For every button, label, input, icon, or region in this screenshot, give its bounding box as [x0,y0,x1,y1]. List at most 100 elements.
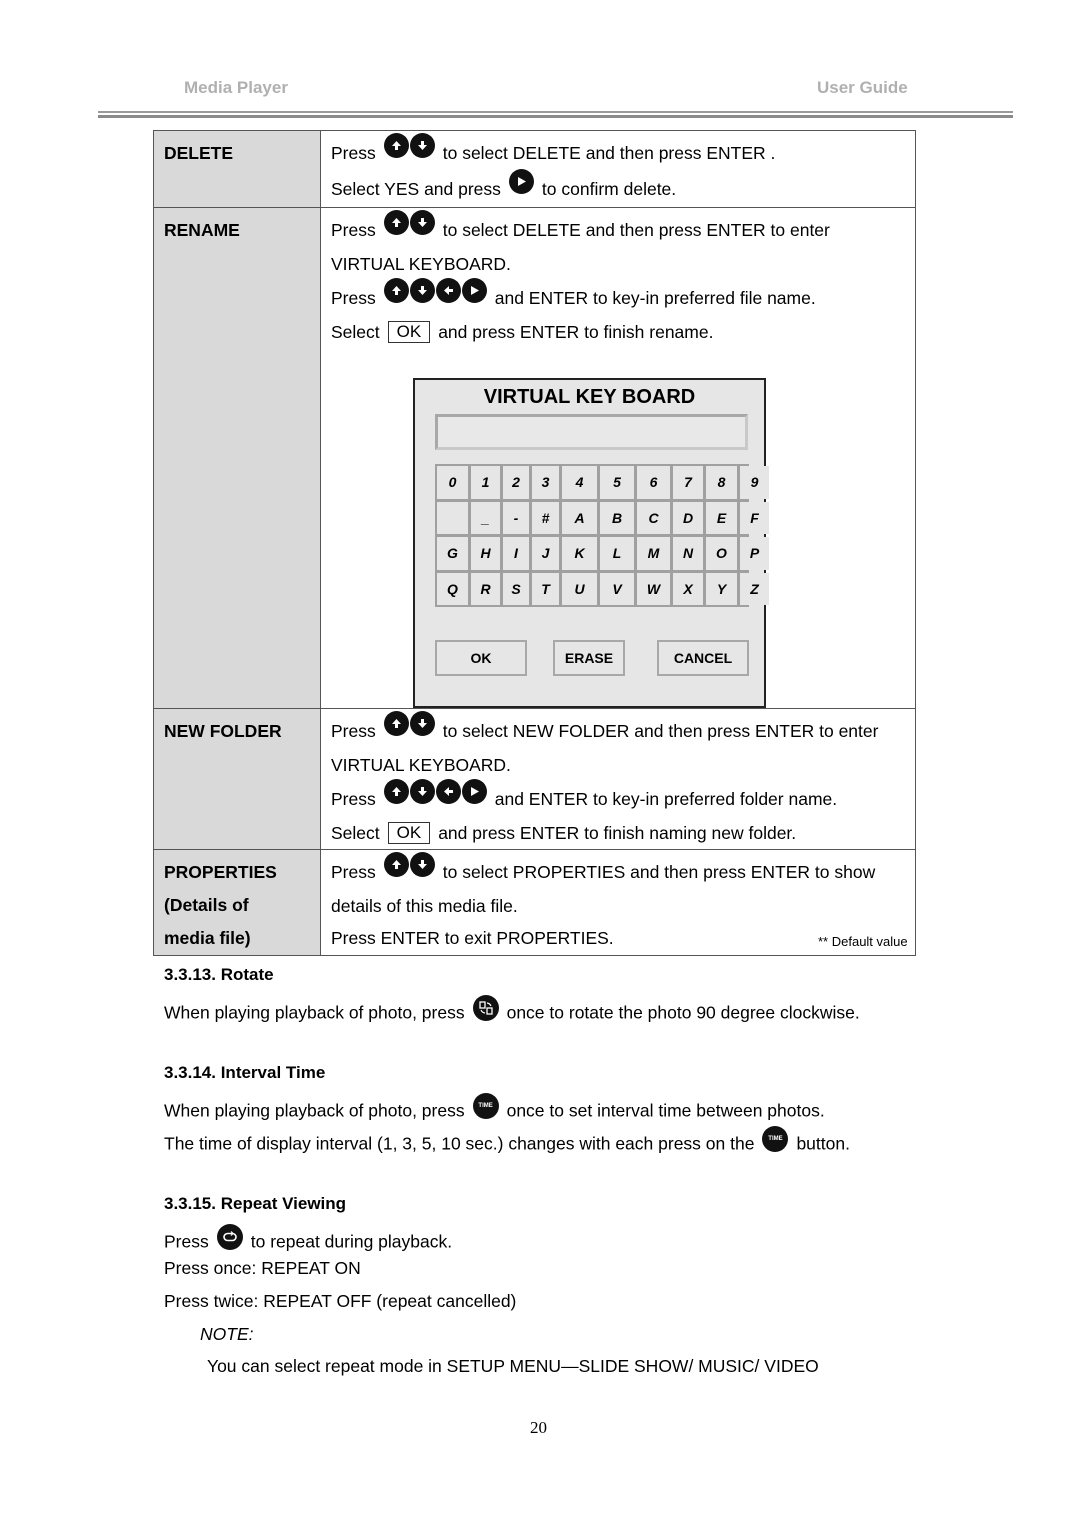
line-text-before: Press [331,288,376,308]
keyboard-key[interactable]: T [532,572,559,605]
left-arrow-icon [435,277,461,303]
remote-buttons-group [508,168,534,194]
line-text-before: Press [331,862,376,882]
keyboard-key[interactable]: Y [706,572,737,605]
keyboard-erase-button[interactable]: ERASE [553,640,625,676]
keyboard-key[interactable]: X [673,572,703,605]
down-arrow-icon [409,851,435,877]
line-text-after: to select DELETE and then press ENTER . [442,143,776,163]
down-arrow-icon [409,209,435,235]
keyboard-key[interactable]: M [637,537,670,570]
description-line: Select YES and press to confirm delete. [331,168,915,207]
right-arrow-icon [461,277,487,303]
section-heading-repeat: 3.3.15. Repeat Viewing [164,1194,347,1213]
up-arrow-icon [383,132,409,158]
keyboard-key[interactable]: P [740,537,769,570]
repeat-button-icon [216,1224,243,1250]
line-text-after: and ENTER to key-in preferred folder nam… [494,789,838,809]
interval-text-2-after: button. [796,1133,850,1154]
keyboard-key[interactable]: Z [740,572,769,605]
page-number: 20 [530,1418,547,1437]
keyboard-key[interactable]: 7 [673,466,703,499]
keyboard-key[interactable]: 8 [706,466,737,499]
line-text: details of this media file. [331,896,518,916]
keyboard-key[interactable]: 6 [637,466,670,499]
description-line: details of this media file. [331,890,915,922]
keyboard-ok-button[interactable]: OK [435,640,527,676]
time-icon-label: TIME [478,1103,493,1109]
line-text-before: Press [331,220,376,240]
description-line: Press to select DELETE and then press ENT… [331,132,915,171]
keyboard-key[interactable]: 3 [532,466,559,499]
repeat-text-1-before: Press [164,1231,209,1252]
left-arrow-icon [435,778,461,804]
section-heading-rotate: 3.3.13. Rotate [164,965,274,984]
ok-key-box: OK [387,321,431,343]
virtual-keyboard: VIRTUAL KEY BOARD 0 1 2 3 4 5 6 7 8 9 _ - # A B C D E F G H I J… [413,378,769,708]
time-button-icon: TIME [472,1093,499,1119]
keyboard-key[interactable]: S [503,572,529,605]
rotate-button-icon [472,995,499,1021]
note-text: You can select repeat mode in SETUP MENU… [207,1356,819,1376]
keyboard-key[interactable]: D [673,501,703,534]
keyboard-key[interactable]: # [532,501,559,534]
keyboard-key[interactable]: L [600,537,634,570]
keyboard-key[interactable]: O [706,537,737,570]
keyboard-key[interactable]: K [562,537,597,570]
line-text-before: Select YES and press [331,179,501,199]
keyboard-key[interactable]: B [600,501,634,534]
keyboard-key[interactable] [437,501,468,534]
line-text-after: to select PROPERTIES and then press ENTE… [442,862,876,882]
description-line: Press and ENTER to key-in preferred folde… [331,778,915,817]
keyboard-key[interactable]: W [637,572,670,605]
keyboard-key[interactable]: - [503,501,529,534]
description-line: Press and ENTER to key-in preferred file … [331,277,915,316]
down-arrow-icon [409,132,435,158]
repeat-text-1-after: to repeat during playback. [250,1231,453,1252]
row-label: NEW FOLDER [153,708,321,850]
keyboard-key[interactable]: H [471,537,500,570]
keyboard-key[interactable]: R [471,572,500,605]
keyboard-key[interactable]: 5 [600,466,634,499]
row-label-text: RENAME [164,220,240,240]
remote-buttons-group [383,132,435,158]
keyboard-key[interactable]: G [437,537,468,570]
keyboard-key[interactable]: 9 [740,466,769,499]
keyboard-cancel-button[interactable]: CANCEL [657,640,749,676]
keyboard-key[interactable]: I [503,537,529,570]
line-text-before: Press [331,721,376,741]
keyboard-key[interactable]: J [532,537,559,570]
keyboard-key[interactable]: N [673,537,703,570]
remote-buttons-group [383,851,435,877]
keyboard-key[interactable]: V [600,572,634,605]
keyboard-key[interactable]: 1 [471,466,500,499]
keyboard-key[interactable]: A [562,501,597,534]
repeat-paragraph-3: Press twice: REPEAT OFF (repeat cancelle… [164,1291,517,1311]
row-description: Press to select DELETE and then press ENT… [320,130,916,208]
interval-text-2-before: The time of display interval (1, 3, 5, 1… [164,1133,755,1154]
keyboard-key[interactable]: 2 [503,466,529,499]
keyboard-key[interactable]: _ [471,501,500,534]
section-heading-interval: 3.3.14. Interval Time [164,1063,326,1082]
keyboard-key[interactable]: 4 [562,466,597,499]
table-row: NEW FOLDER Press to select NEW FOLDER and … [153,708,916,850]
line-text-after: to select DELETE and then press ENTER to… [442,220,830,240]
keyboard-key[interactable]: 0 [437,466,468,499]
right-arrow-icon [461,778,487,804]
row-label-text: PROPERTIES [164,862,277,882]
keyboard-key[interactable]: Q [437,572,468,605]
line-text-before: Press [331,789,376,809]
header-rule [98,111,1013,113]
keyboard-key[interactable]: U [562,572,597,605]
operations-table: DELETE Press to select DELETE and then pre… [153,130,916,956]
up-arrow-icon [383,851,409,877]
up-arrow-icon [383,209,409,235]
row-label: RENAME [153,207,321,709]
keyboard-key[interactable]: C [637,501,670,534]
line-text-after: and ENTER to key-in preferred file name. [494,288,816,308]
header-title-right: User Guide [817,78,908,97]
down-arrow-icon [409,778,435,804]
keyboard-key[interactable]: E [706,501,737,534]
keyboard-key[interactable]: F [740,501,769,534]
keyboard-text-field[interactable] [435,414,748,450]
